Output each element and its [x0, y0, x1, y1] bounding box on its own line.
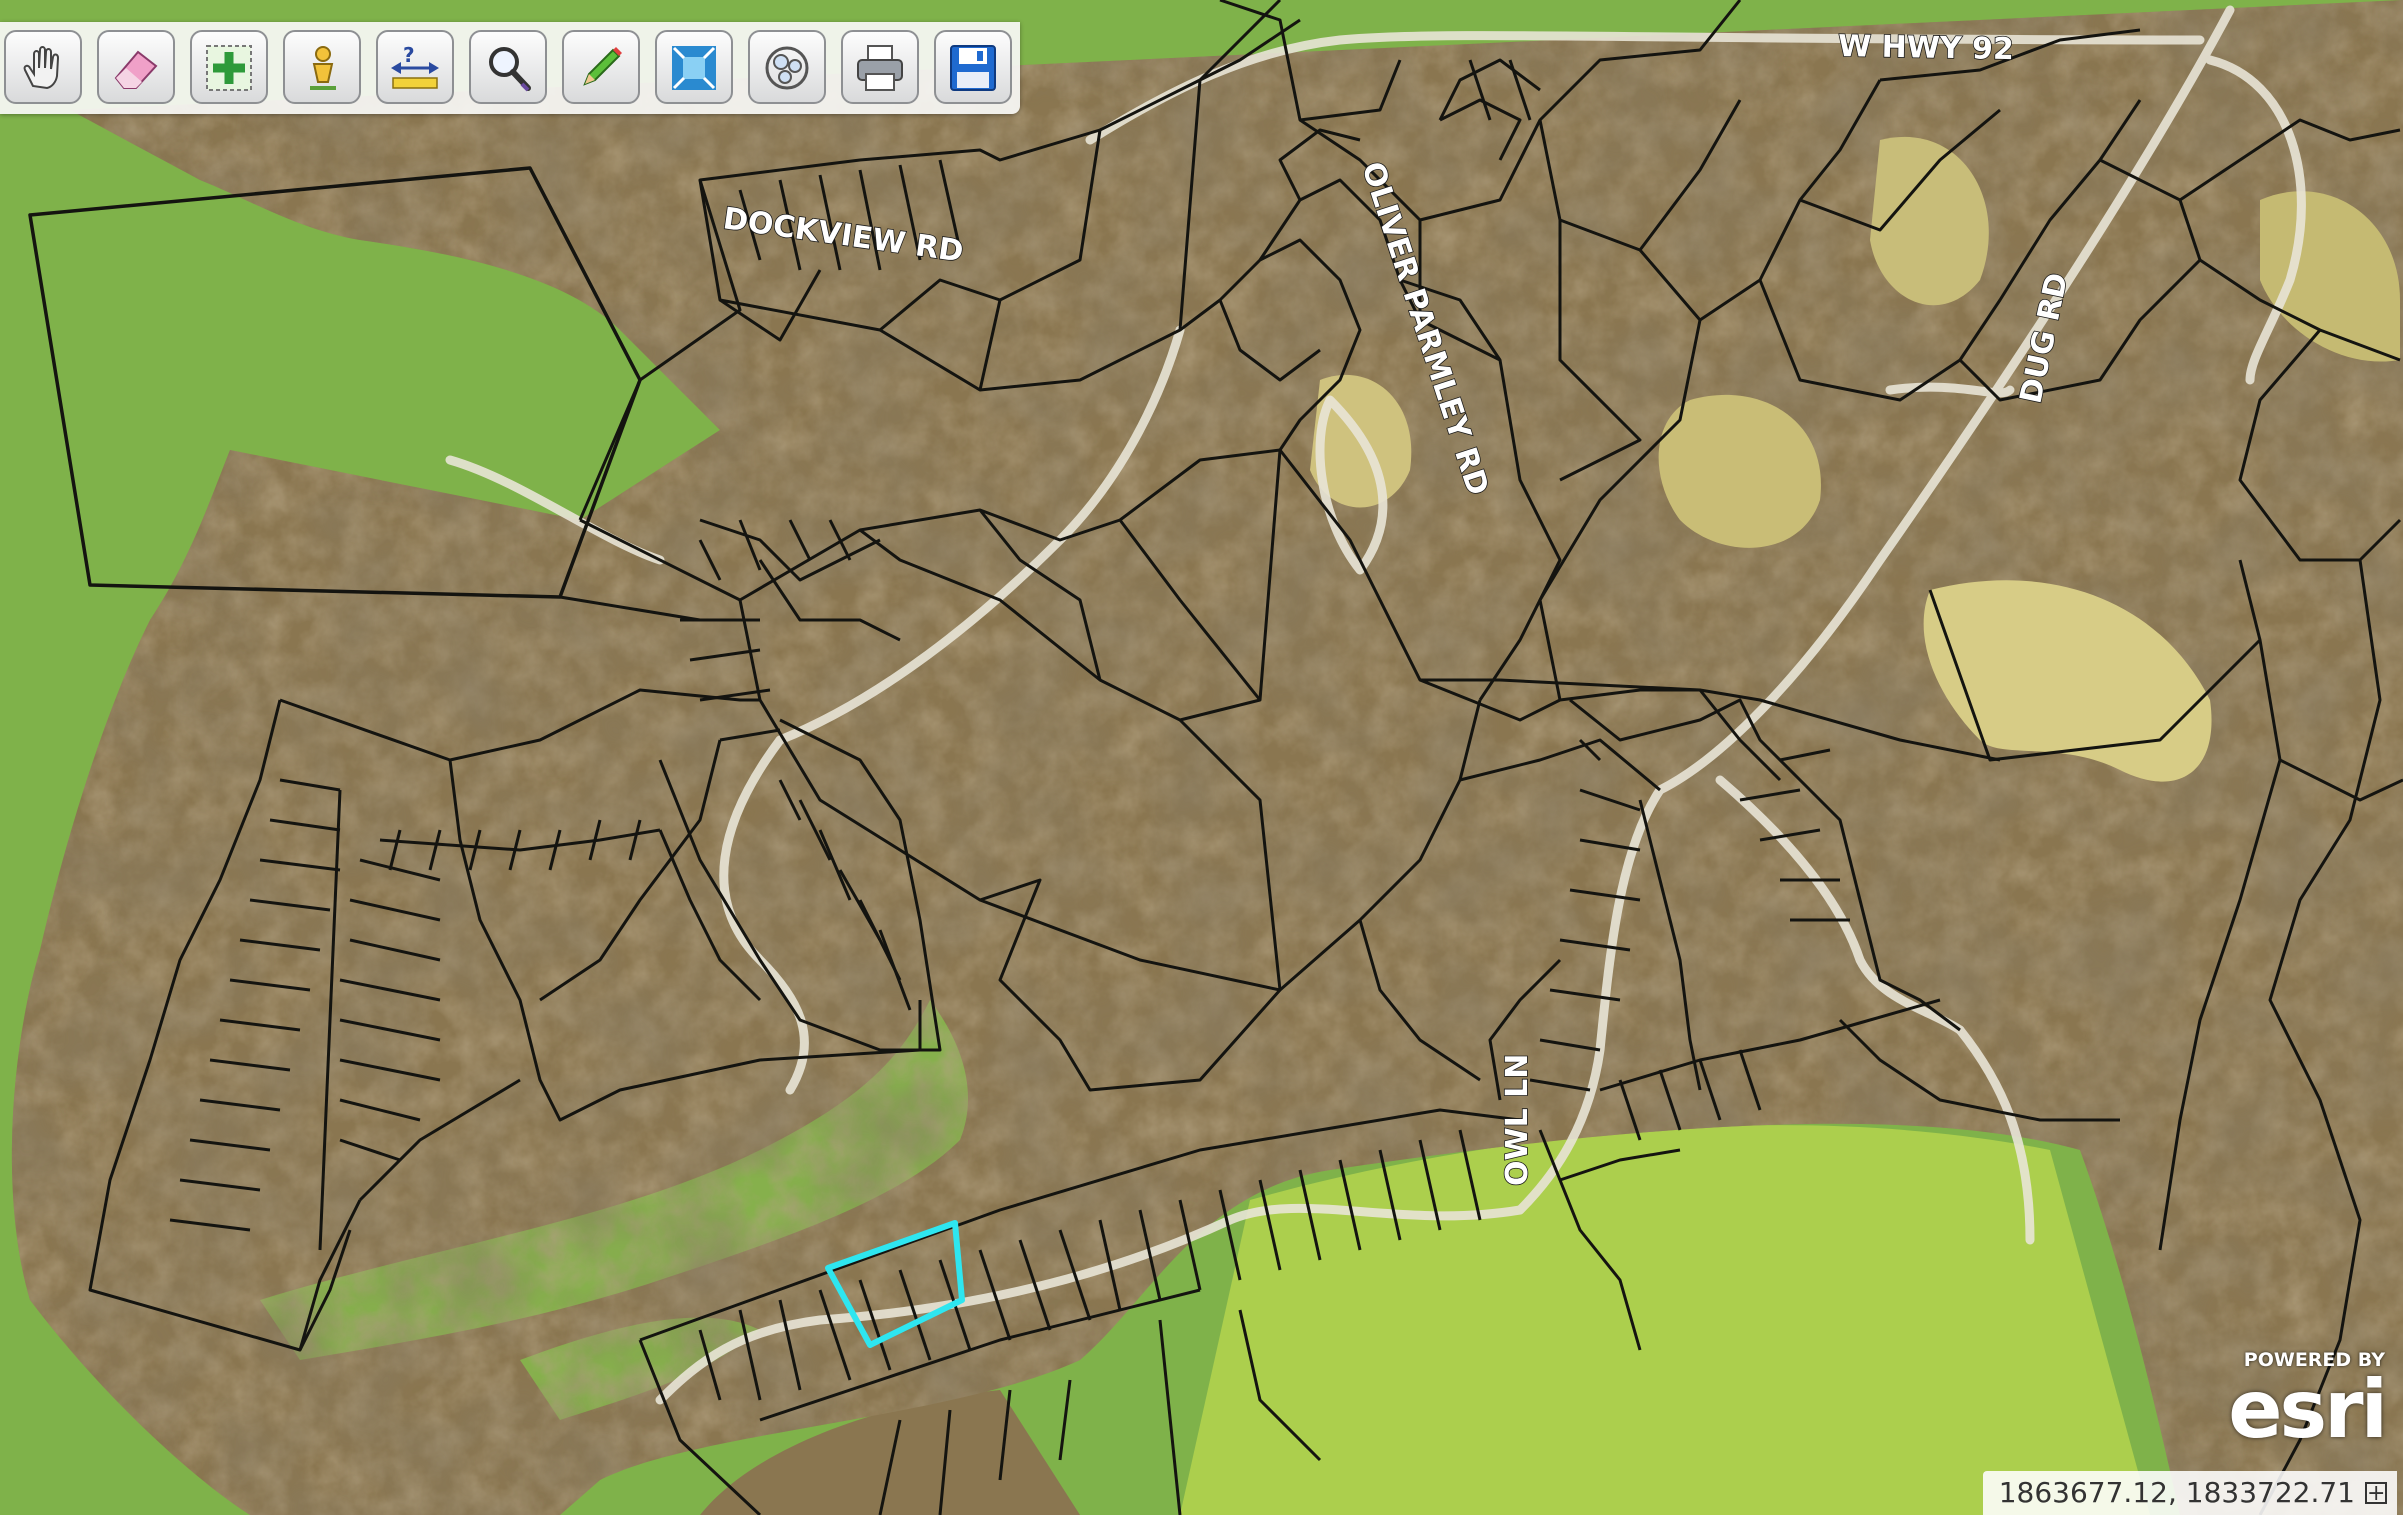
map-view[interactable]: W HWY 92 DOCKVIEW RD OLIVER PARMLEY RD D… — [0, 0, 2403, 1515]
save-button[interactable] — [934, 30, 1012, 104]
svg-text:?: ? — [403, 43, 415, 67]
coordinate-value: 1863677.12, 1833722.71 — [1998, 1476, 2355, 1509]
full-extent-icon — [206, 45, 252, 91]
map-toolbar: ? — [0, 22, 1020, 114]
draw-button[interactable] — [562, 30, 640, 104]
pan-button[interactable] — [4, 30, 82, 104]
esri-logo: esri — [2228, 1363, 2388, 1456]
print-button[interactable] — [841, 30, 919, 104]
measure-button[interactable]: ? — [376, 30, 454, 104]
search-button[interactable] — [469, 30, 547, 104]
zoom-extent-icon — [672, 46, 716, 90]
coordinate-readout: 1863677.12, 1833722.71 + — [1982, 1471, 2397, 1515]
identify-button[interactable] — [283, 30, 361, 104]
coordinate-toggle-button[interactable]: + — [2365, 1482, 2387, 1505]
road-label-w-hwy-92: W HWY 92 — [1838, 29, 2014, 67]
floppy-disk-icon — [950, 45, 996, 91]
person-pin-icon — [310, 46, 336, 90]
hand-icon — [23, 46, 60, 90]
buffer-icon — [765, 46, 809, 90]
measure-icon: ? — [391, 43, 439, 89]
full-extent-button[interactable] — [190, 30, 268, 104]
esri-attribution: POWERED BY esri — [2195, 1349, 2388, 1459]
buffer-button[interactable] — [748, 30, 826, 104]
zoom-extent-button[interactable] — [655, 30, 733, 104]
clear-button[interactable] — [97, 30, 175, 104]
magnifier-icon — [489, 47, 531, 92]
pencil-icon — [583, 47, 622, 86]
road-label-owl-ln: OWL LN — [1500, 1054, 1535, 1186]
water-highlight — [1180, 1125, 2150, 1515]
printer-icon — [857, 45, 903, 91]
eraser-icon — [114, 50, 158, 89]
